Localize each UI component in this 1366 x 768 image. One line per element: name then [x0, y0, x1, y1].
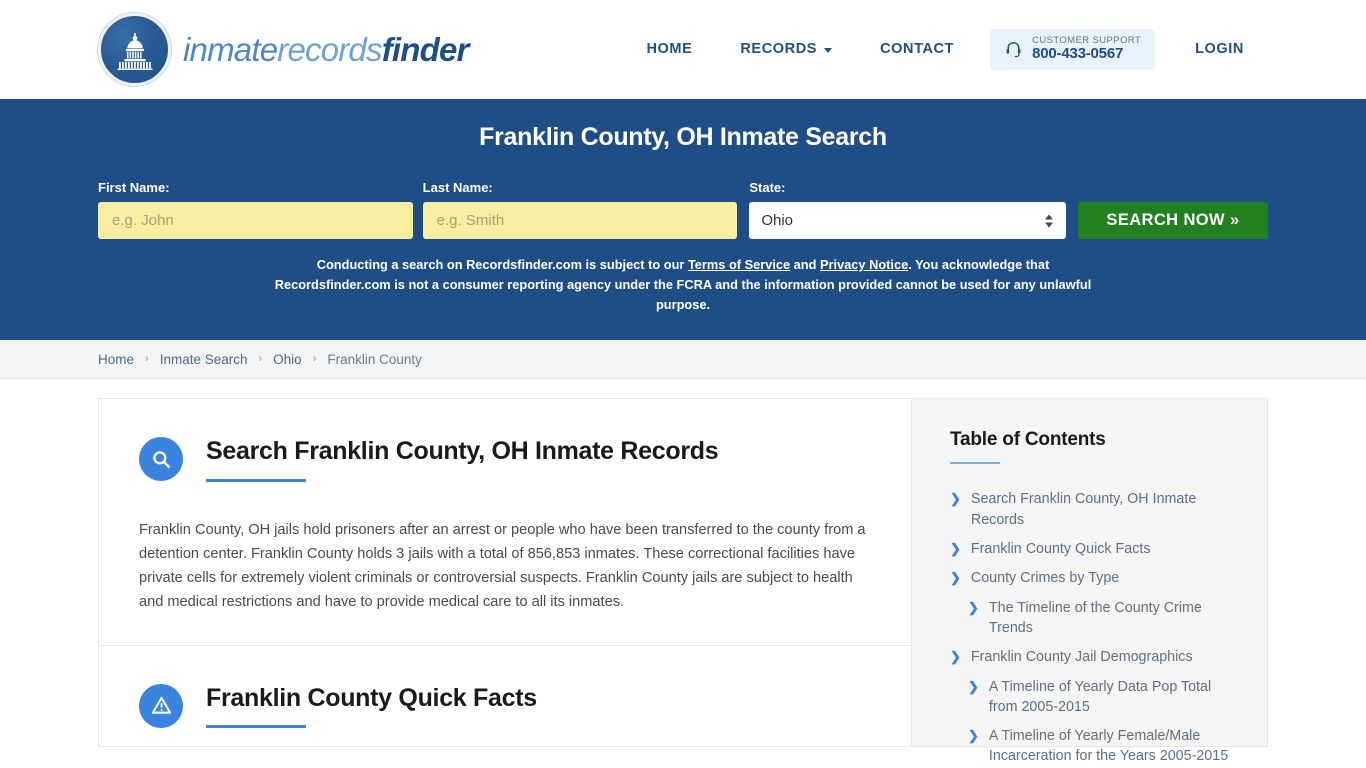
last-name-label: Last Name: [422, 180, 493, 195]
toc-item-label: Franklin County Quick Facts [970, 541, 1151, 558]
disclaimer-part-1: Conducting a search on Recordsfinder.com… [316, 257, 688, 272]
toc-item-jail-demographics[interactable]: ❯ Franklin County Jail Demographics [950, 647, 1239, 667]
toc-item-label: Franklin County Jail Demographics [970, 649, 1193, 666]
title-underline [206, 725, 306, 729]
chevron-right-icon: ❯ [950, 541, 961, 557]
state-label: State: [749, 180, 786, 195]
section-title: Search Franklin County, OH Inmate Record… [206, 437, 719, 466]
title-underline [206, 479, 306, 483]
nav-records-label: RECORDS [740, 41, 818, 58]
page-title: Franklin County, OH Inmate Search [479, 123, 887, 151]
breadcrumb: Home › Inmate Search › Ohio › Franklin C… [98, 352, 422, 367]
last-name-input[interactable] [422, 202, 738, 239]
breadcrumb-item-home[interactable]: Home [98, 352, 134, 367]
chevron-right-icon: ❯ [950, 570, 961, 586]
privacy-notice-link[interactable]: Privacy Notice [820, 257, 908, 272]
toc-item-label: County Crimes by Type [970, 570, 1120, 587]
section-quick-facts: Franklin County Quick Facts [99, 646, 911, 759]
nav-login-label: LOGIN [1195, 41, 1244, 58]
nav-home[interactable]: HOME [622, 31, 716, 67]
table-of-contents-sidebar: Table of Contents ❯ Search Franklin Coun… [911, 398, 1268, 764]
main-content-card: Search Franklin County, OH Inmate Record… [98, 398, 911, 748]
chevron-right-icon: › [312, 353, 317, 366]
chevron-right-icon: ❯ [968, 728, 979, 744]
chevron-right-icon: › [145, 353, 149, 366]
headset-icon [1006, 41, 1021, 58]
brand-part-3: finder [381, 31, 470, 68]
brand-part-1: inmate [183, 31, 278, 68]
chevron-right-icon: ❯ [968, 678, 979, 694]
magnifier-icon [139, 437, 183, 482]
section-body-text: Franklin County, OH jails hold prisoners… [139, 522, 866, 611]
section-title: Franklin County Quick Facts [206, 683, 537, 712]
toc-item-label: A Timeline of Yearly Data Pop Total from… [988, 678, 1212, 715]
customer-support-button[interactable]: CUSTOMER SUPPORT 800-433-0567 [990, 28, 1156, 71]
chevron-right-icon: ❯ [950, 491, 961, 507]
main-navigation: HOME RECORDS CONTACT CUSTOMER SUPPORT 80… [622, 28, 1268, 71]
hero-search-panel: Franklin County, OH Inmate Search First … [0, 99, 1366, 341]
nav-home-label: HOME [646, 41, 693, 58]
site-logo[interactable]: inmaterecordsfinder [98, 13, 469, 86]
toc-item-pop-total-timeline[interactable]: ❯ A Timeline of Yearly Data Pop Total fr… [950, 677, 1239, 718]
support-phone[interactable]: 800-433-0567 [1032, 46, 1141, 63]
first-name-label: First Name: [98, 180, 170, 195]
nav-login[interactable]: LOGIN [1171, 31, 1268, 67]
toc-list: ❯ Search Franklin County, OH Inmate Reco… [950, 489, 1239, 766]
nav-records[interactable]: RECORDS [716, 31, 856, 67]
search-disclaimer: Conducting a search on Recordsfinder.com… [263, 255, 1103, 314]
chevron-right-icon: ❯ [968, 599, 979, 615]
toc-underline [950, 462, 1000, 465]
breadcrumb-item-ohio[interactable]: Ohio [273, 352, 302, 367]
toc-item-crimes-by-type[interactable]: ❯ County Crimes by Type [950, 568, 1239, 588]
breadcrumb-item-franklin-county: Franklin County [327, 351, 422, 367]
toc-item-label: The Timeline of the County Crime Trends [988, 599, 1202, 636]
toc-item-quick-facts[interactable]: ❯ Franklin County Quick Facts [950, 539, 1239, 559]
state-select[interactable]: Ohio [749, 202, 1066, 239]
brand-wordmark: inmaterecordsfinder [183, 33, 469, 66]
toc-item-label: Search Franklin County, OH Inmate Record… [970, 491, 1197, 528]
capitol-dome-icon [98, 13, 171, 86]
disclaimer-part-2: and [790, 257, 820, 272]
site-header: inmaterecordsfinder HOME RECORDS CONTACT… [0, 0, 1366, 99]
toc-item-search-records[interactable]: ❯ Search Franklin County, OH Inmate Reco… [950, 489, 1239, 530]
breadcrumb-item-inmate-search[interactable]: Inmate Search [160, 352, 248, 367]
inmate-search-form: First Name: Last Name: State: Ohio SEARC… [98, 180, 1268, 239]
terms-of-service-link[interactable]: Terms of Service [688, 257, 790, 272]
breadcrumb-bar: Home › Inmate Search › Ohio › Franklin C… [0, 340, 1366, 380]
toc-item-label: A Timeline of Yearly Female/Male Incarce… [988, 728, 1229, 765]
first-name-input[interactable] [98, 202, 413, 239]
nav-contact-label: CONTACT [880, 41, 955, 58]
chevron-down-icon [824, 47, 833, 53]
brand-part-2: records [277, 31, 382, 68]
search-now-button[interactable]: SEARCH NOW » [1078, 202, 1268, 239]
nav-contact[interactable]: CONTACT [856, 31, 978, 67]
chevron-right-icon: › [258, 353, 263, 366]
toc-title: Table of Contents [950, 429, 1106, 451]
section-search-records: Search Franklin County, OH Inmate Record… [99, 399, 911, 646]
page-body: Search Franklin County, OH Inmate Record… [0, 379, 1366, 764]
chevron-right-icon: ❯ [950, 649, 961, 665]
toc-item-crime-trends-timeline[interactable]: ❯ The Timeline of the County Crime Trend… [950, 598, 1239, 639]
warning-triangle-icon [139, 683, 183, 728]
toc-item-incarceration-timeline[interactable]: ❯ A Timeline of Yearly Female/Male Incar… [950, 726, 1239, 767]
